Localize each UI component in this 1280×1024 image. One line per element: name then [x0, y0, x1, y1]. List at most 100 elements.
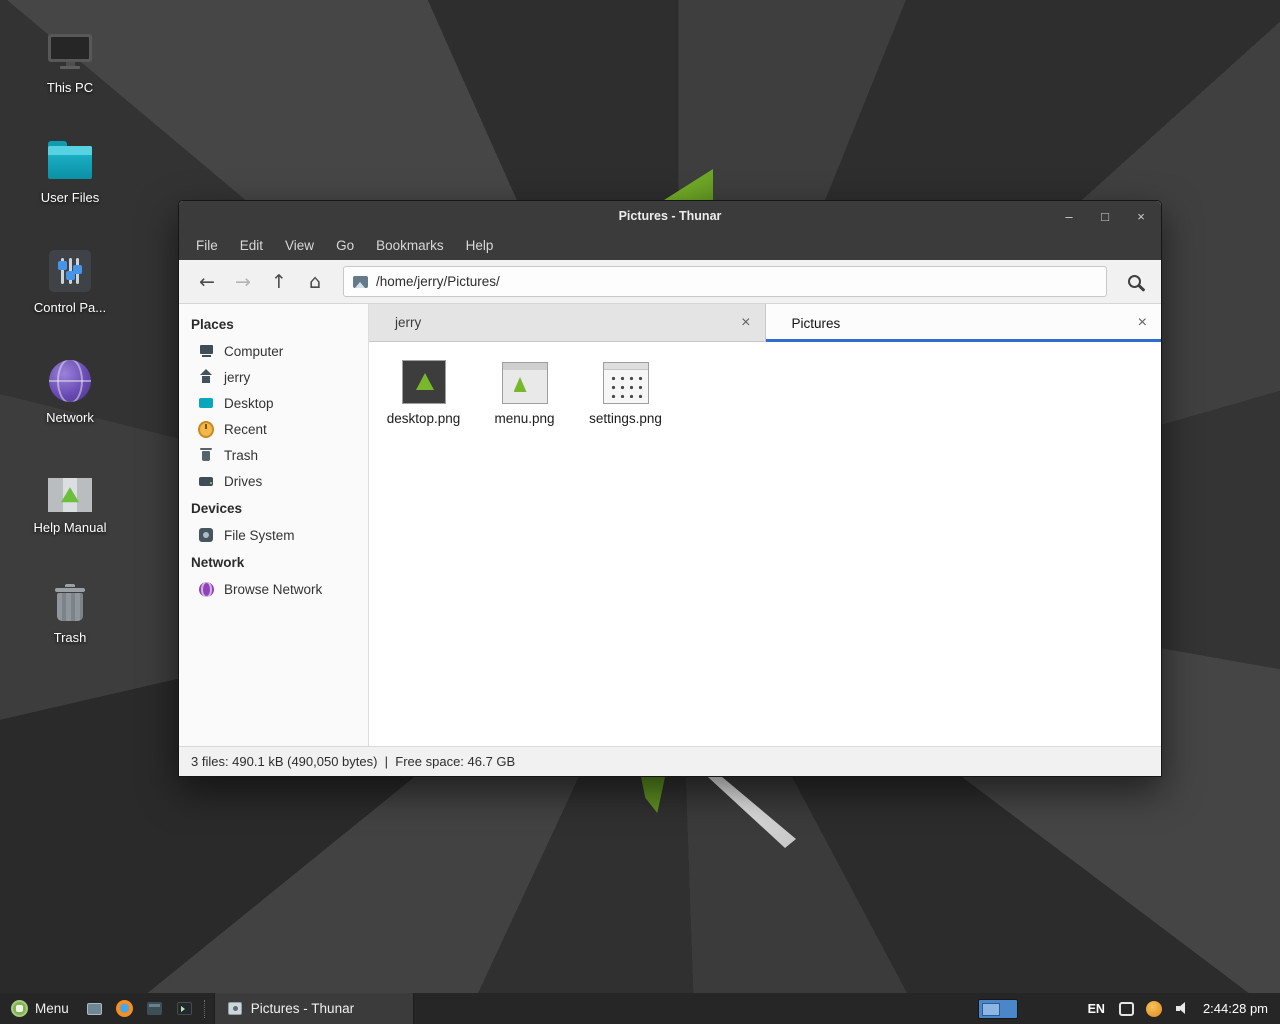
sidebar-item-home[interactable]: jerry	[179, 364, 368, 390]
window-body: Places Computer jerry Desktop Recent Tra…	[179, 304, 1161, 746]
sidebar-section-network: Network	[179, 548, 368, 576]
tab-label: jerry	[395, 315, 421, 330]
desktop-icon-help-manual[interactable]: Help Manual	[16, 464, 124, 574]
minimize-button[interactable]: –	[1061, 209, 1077, 224]
sidebar-item-desktop[interactable]: Desktop	[179, 390, 368, 416]
menu-edit[interactable]: Edit	[229, 234, 274, 257]
search-button[interactable]	[1117, 266, 1151, 298]
desktop-icon-this-pc[interactable]: This PC	[16, 24, 124, 134]
sidebar-item-label: Browse Network	[224, 582, 322, 597]
up-button[interactable]: ↑	[261, 266, 297, 298]
status-bar: 3 files: 490.1 kB (490,050 bytes) | Free…	[179, 746, 1161, 776]
file-name: desktop.png	[387, 411, 461, 426]
file-name: settings.png	[589, 411, 662, 426]
home-icon	[198, 369, 214, 385]
picture-folder-icon	[353, 276, 368, 288]
sliders-icon	[49, 244, 91, 292]
window-titlebar[interactable]: Pictures - Thunar – □ ×	[179, 201, 1161, 231]
sidebar-item-recent[interactable]: Recent	[179, 416, 368, 442]
toolbar: ← → ↑ ⌂	[179, 260, 1161, 304]
menu-file[interactable]: File	[185, 234, 229, 257]
menu-button[interactable]: Menu	[0, 993, 80, 1024]
location-bar[interactable]	[343, 266, 1107, 297]
task-button-thunar[interactable]: Pictures - Thunar	[214, 993, 414, 1024]
sidebar-item-label: jerry	[224, 370, 250, 385]
file-view[interactable]: desktop.png menu.png settings.png	[369, 342, 1161, 746]
sidebar-item-trash[interactable]: Trash	[179, 442, 368, 468]
desktop-icon-user-files[interactable]: User Files	[16, 134, 124, 244]
sidebar-item-label: Trash	[224, 448, 258, 463]
map-icon	[48, 464, 92, 512]
filesystem-icon	[198, 527, 214, 543]
thunar-icon	[228, 1002, 242, 1015]
file-manager-launcher[interactable]	[140, 993, 170, 1024]
volume-icon[interactable]	[1176, 1002, 1191, 1015]
image-thumbnail	[402, 356, 446, 404]
sidebar-section-devices: Devices	[179, 494, 368, 522]
trash-icon	[198, 447, 214, 463]
desktop-icon	[198, 395, 214, 411]
menubar: File Edit View Go Bookmarks Help	[179, 231, 1161, 260]
path-input[interactable]	[376, 274, 1097, 289]
menu-help[interactable]: Help	[455, 234, 505, 257]
maximize-button[interactable]: □	[1097, 209, 1113, 224]
file-desktop-png[interactable]: desktop.png	[373, 350, 474, 430]
close-button[interactable]: ×	[1133, 209, 1149, 224]
sidebar-item-computer[interactable]: Computer	[179, 338, 368, 364]
sidebar-item-label: Drives	[224, 474, 262, 489]
desktop-icon-trash[interactable]: Trash	[16, 574, 124, 684]
tab-bar: jerry × Pictures ×	[369, 304, 1161, 342]
show-desktop-button[interactable]	[80, 993, 110, 1024]
terminal-launcher[interactable]	[170, 993, 200, 1024]
menu-view[interactable]: View	[274, 234, 325, 257]
tab-close-icon[interactable]: ×	[741, 315, 750, 331]
sidebar-item-file-system[interactable]: File System	[179, 522, 368, 548]
taskbar-separator	[204, 1000, 210, 1018]
forward-button[interactable]: →	[225, 266, 261, 298]
desktop-icon-label: Network	[46, 410, 94, 425]
tab-jerry[interactable]: jerry ×	[369, 304, 766, 342]
tab-pictures[interactable]: Pictures ×	[766, 304, 1162, 342]
task-button-label: Pictures - Thunar	[251, 1001, 354, 1016]
mint-logo-icon	[11, 1000, 28, 1017]
desktop-icon-label: Control Pa...	[34, 300, 106, 315]
tab-close-icon[interactable]: ×	[1138, 315, 1147, 331]
sidebar-item-drives[interactable]: Drives	[179, 468, 368, 494]
menu-go[interactable]: Go	[325, 234, 365, 257]
desktop-icon-network[interactable]: Network	[16, 354, 124, 464]
sidebar-item-label: File System	[224, 528, 295, 543]
file-manager-icon	[147, 1002, 162, 1015]
computer-monitor-icon	[47, 24, 93, 72]
home-button[interactable]: ⌂	[297, 266, 333, 298]
workspace-switcher[interactable]	[978, 999, 1018, 1019]
image-thumbnail	[502, 356, 548, 404]
file-settings-png[interactable]: settings.png	[575, 350, 676, 430]
folder-icon	[48, 134, 92, 182]
terminal-icon	[177, 1002, 192, 1015]
back-button[interactable]: ←	[189, 266, 225, 298]
sidebar-item-browse-network[interactable]: Browse Network	[179, 576, 368, 602]
recent-clock-icon	[198, 421, 214, 437]
keyboard-layout-indicator[interactable]: EN	[1088, 1002, 1105, 1016]
file-menu-png[interactable]: menu.png	[474, 350, 575, 430]
sidebar-item-label: Recent	[224, 422, 267, 437]
thunar-window: Pictures - Thunar – □ × File Edit View G…	[178, 200, 1162, 777]
desktop-icon-control-panel[interactable]: Control Pa...	[16, 244, 124, 354]
sidebar: Places Computer jerry Desktop Recent Tra…	[179, 304, 369, 746]
status-text: 3 files: 490.1 kB (490,050 bytes) | Free…	[191, 754, 515, 769]
sidebar-section-places: Places	[179, 310, 368, 338]
clock[interactable]: 2:44:28 pm	[1203, 1001, 1268, 1016]
firefox-launcher[interactable]	[110, 993, 140, 1024]
window-controls: – □ ×	[1061, 201, 1149, 231]
image-thumbnail	[603, 356, 649, 404]
sidebar-item-label: Computer	[224, 344, 283, 359]
menu-bookmarks[interactable]: Bookmarks	[365, 234, 455, 257]
tab-label: Pictures	[792, 316, 841, 331]
taskbar: Menu Pictures - Thunar EN 2:44:28 pm	[0, 993, 1280, 1024]
keyboard-icon[interactable]	[1119, 1002, 1134, 1016]
desktop-icon-label: Trash	[54, 630, 87, 645]
show-desktop-icon	[87, 1003, 102, 1015]
desktop-icon-label: Help Manual	[34, 520, 107, 535]
notification-tray-icon[interactable]	[1146, 1001, 1162, 1017]
desktop-icon-label: User Files	[41, 190, 100, 205]
